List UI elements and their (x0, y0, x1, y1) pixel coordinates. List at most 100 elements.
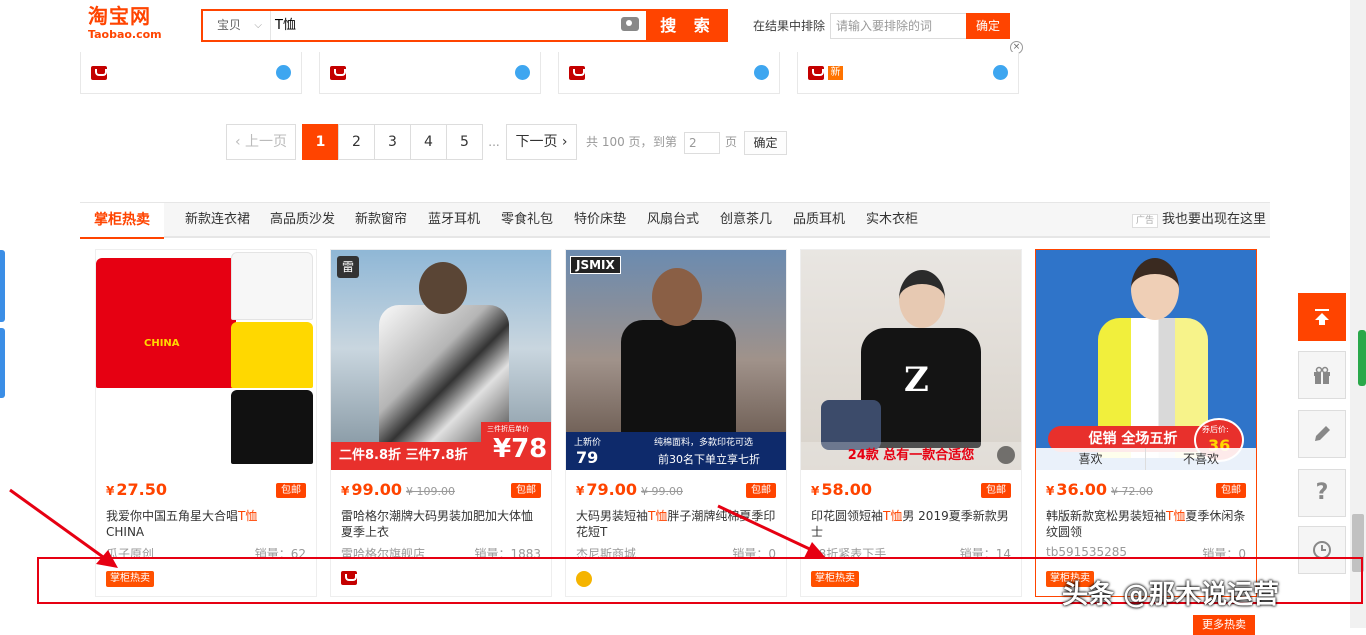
model-head (652, 268, 702, 326)
product-image[interactable]: 雷 二件8.8折 三件7.8折 三件折后单价 ¥78 (331, 250, 551, 470)
category-link[interactable]: 蓝牙耳机 (428, 203, 480, 237)
exclude-confirm-button[interactable]: 确定 (966, 13, 1010, 39)
brand-logo: 雷 (337, 256, 359, 278)
help-icon: ? (1315, 480, 1329, 505)
logo-cn: 淘宝网 (88, 4, 151, 28)
free-shipping-badge: 包邮 (1216, 483, 1246, 498)
dislike-button[interactable]: 不喜欢 (1146, 448, 1256, 470)
original-price: ¥ 72.00 (1111, 485, 1153, 498)
title-text: 韩版新款宽松男装短袖 (1046, 509, 1167, 523)
page-1-button[interactable]: 1 (302, 124, 339, 160)
ad-link[interactable]: 我也要出现在这里 (1162, 203, 1266, 237)
shop-icon[interactable] (330, 66, 346, 80)
prev-row-card[interactable] (558, 52, 780, 94)
chevron-down-icon: ⌵ (254, 20, 262, 31)
page-dots: ... (488, 135, 500, 149)
category-link[interactable]: 创意茶几 (720, 203, 772, 237)
product-card[interactable]: 促销 全场五折 券后价: 36 喜欢 不喜欢 ¥36.00 ¥ 72.00 包邮… (1035, 249, 1257, 597)
category-link[interactable]: 风扇台式 (647, 203, 699, 237)
search-button[interactable]: 搜 索 (648, 9, 728, 42)
taobao-logo[interactable]: 淘宝网 Taobao.com (88, 4, 178, 44)
category-link[interactable]: 零食礼包 (501, 203, 553, 237)
promo-band: 上新价 79 纯棉面料，多款印花可选 前30名下单立享七折 (566, 432, 786, 470)
more-hot-sale-button[interactable]: 更多热卖 (1193, 615, 1255, 635)
left-float-tab[interactable] (0, 250, 5, 322)
shirt-print-letter: Z (904, 360, 929, 400)
page-4-button[interactable]: 4 (410, 124, 447, 160)
like-button[interactable]: 喜欢 (1036, 448, 1146, 470)
wangwang-icon[interactable] (276, 65, 291, 80)
goto-page-input[interactable]: 2 (684, 132, 720, 154)
product-image[interactable]: 促销 全场五折 券后价: 36 喜欢 不喜欢 (1036, 250, 1256, 470)
category-link[interactable]: 特价床垫 (574, 203, 626, 237)
section-title[interactable]: 掌柜热卖 (80, 203, 164, 239)
page-3-button[interactable]: 3 (374, 124, 411, 160)
shop-icon[interactable] (569, 66, 585, 80)
shop-icon[interactable] (91, 66, 107, 80)
goto-confirm-button[interactable]: 确定 (744, 131, 787, 155)
prev-page-button[interactable]: ‹ 上一页 (226, 124, 296, 160)
camera-icon[interactable] (621, 17, 639, 31)
category-link[interactable]: 实木衣柜 (866, 203, 918, 237)
price-value: 36.00 (1056, 480, 1107, 499)
feedback-button[interactable] (1298, 410, 1346, 458)
edit-icon (1315, 426, 1330, 441)
shirt-black (231, 390, 313, 464)
wangwang-icon[interactable] (754, 65, 769, 80)
annotation-arrow-line (9, 488, 111, 564)
promo-label: 上新价 (574, 438, 602, 448)
watermark: 头条 @那木说运营 (1062, 580, 1280, 610)
prev-row-card[interactable] (80, 52, 302, 94)
shirt-print-text: CHINA (144, 338, 180, 349)
promo-price: ¥78 (493, 434, 548, 464)
page-5-button[interactable]: 5 (446, 124, 483, 160)
model-head (1131, 258, 1179, 320)
prev-row-card[interactable]: 新 (797, 52, 1019, 94)
prev-page-label: 上一页 (245, 134, 288, 150)
category-link[interactable]: 高品质沙发 (270, 203, 335, 237)
prev-row-card[interactable] (319, 52, 541, 94)
promo-band: 24款 总有一款合适您 (801, 442, 1021, 470)
product-price: ¥36.00 (1046, 480, 1107, 499)
shop-icon[interactable] (808, 66, 824, 80)
next-page-button[interactable]: 下一页 › (506, 124, 577, 160)
model-head (419, 262, 467, 314)
back-to-top-icon (1315, 309, 1329, 325)
product-image[interactable]: CHINA (96, 250, 316, 470)
promo-price: 79 (576, 448, 599, 467)
model-shirt (621, 320, 736, 440)
search-input[interactable]: T恤 (275, 11, 605, 40)
title-keyword: T恤 (1166, 509, 1186, 523)
ad-tag: 广告 (1132, 214, 1158, 228)
promo-band: 二件8.8折 三件7.8折 (331, 442, 481, 470)
exclude-input[interactable]: 请输入要排除的词 (830, 13, 967, 39)
side-indicator (1358, 330, 1366, 386)
promo-price-small: 三件折后单价 (487, 425, 529, 433)
category-link[interactable]: 新款窗帘 (355, 203, 407, 237)
category-link[interactable]: 新款连衣裙 (185, 203, 250, 237)
promo-badge-label: 券后价: (1202, 425, 1229, 434)
page-2-button[interactable]: 2 (338, 124, 375, 160)
search-category-select[interactable]: 宝贝 ⌵ (203, 11, 271, 40)
promo-text: 前30名下单立享七折 (658, 453, 760, 466)
zoom-icon[interactable] (997, 446, 1015, 464)
product-image[interactable]: Z 24款 总有一款合适您 (801, 250, 1021, 470)
category-link[interactable]: 品质耳机 (793, 203, 845, 237)
annotation-arrow-line (717, 504, 817, 554)
gift-icon (1314, 366, 1330, 384)
left-float-tab[interactable] (0, 328, 5, 398)
wangwang-icon[interactable] (515, 65, 530, 80)
search-category-label: 宝贝 (217, 18, 242, 32)
promo-price-box: 三件折后单价 ¥78 (481, 422, 551, 470)
help-button[interactable]: ? (1298, 469, 1346, 517)
hot-sale-section-header: 掌柜热卖 新款连衣裙 高品质沙发 新款窗帘 蓝牙耳机 零食礼包 特价床垫 风扇台… (80, 202, 1270, 239)
wangwang-icon[interactable] (993, 65, 1008, 80)
product-image[interactable]: JSMIX 上新价 79 纯棉面料，多款印花可选 前30名下单立享七折 (566, 250, 786, 470)
product-title[interactable]: 韩版新款宽松男装短袖T恤夏季休闲条纹圆领 (1046, 508, 1246, 542)
gift-button[interactable] (1298, 351, 1346, 399)
promo-text: 纯棉面料，多款印花可选 (654, 438, 754, 448)
page-total: 共 100 页， (586, 135, 653, 149)
page-unit-label: 页 (725, 135, 738, 149)
shirt-red (96, 258, 236, 388)
back-to-top-button[interactable] (1298, 293, 1346, 341)
